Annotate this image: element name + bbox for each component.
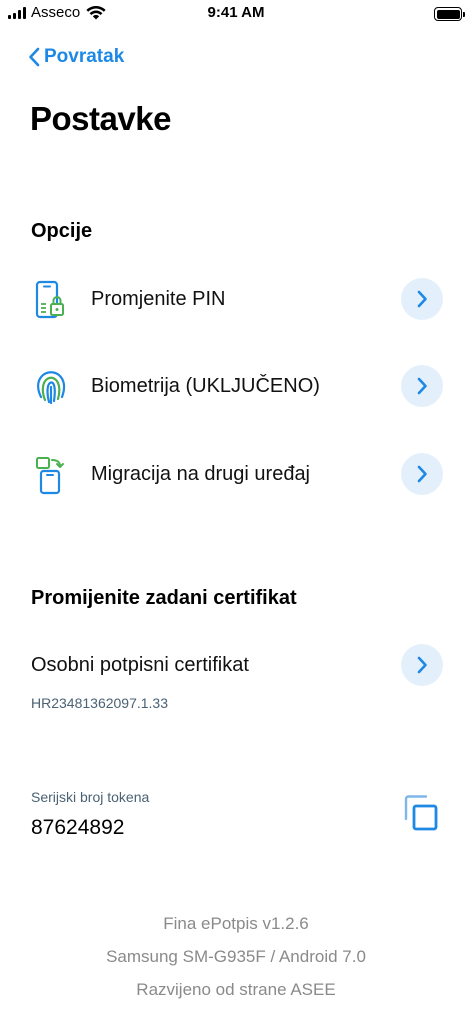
biometrics-row[interactable]: Biometrija (UKLJUČENO) (0, 358, 472, 414)
developer-credit: Razvijeno od strane ASEE (136, 980, 336, 999)
change-pin-chevron-button[interactable] (401, 278, 443, 320)
biometrics-label: Biometrija (UKLJUČENO) (91, 374, 320, 397)
certificate-section-title: Promijenite zadani certifikat (31, 587, 297, 609)
battery-level (436, 9, 460, 19)
device-migration-icon (36, 457, 64, 495)
status-bar: Asseco 9:41 AM (0, 0, 472, 28)
device-info: Samsung SM-G935F / Android 7.0 (106, 947, 366, 966)
chevron-right-icon (417, 377, 427, 395)
status-time: 9:41 AM (207, 4, 265, 21)
certificate-chevron-button[interactable] (401, 644, 443, 686)
chevron-right-icon (417, 290, 427, 308)
fingerprint-icon (37, 371, 66, 405)
device-migration-label: Migracija na drugi uređaj (91, 462, 311, 485)
chevron-right-icon (417, 465, 427, 483)
copy-icon[interactable] (402, 793, 440, 833)
back-label: Povratak (44, 46, 125, 67)
device-migration-chevron-button[interactable] (401, 453, 443, 495)
change-pin-row[interactable]: Promjenite PIN (0, 271, 472, 327)
options-section-title: Opcije (31, 220, 93, 242)
battery-icon (434, 7, 465, 21)
page-title: Postavke (30, 100, 171, 137)
certificate-id: HR23481362097.1.33 (31, 695, 169, 711)
biometrics-chevron-button[interactable] (401, 365, 443, 407)
change-pin-label: Promjenite PIN (91, 287, 226, 310)
token-serial-label: Serijski broj tokena (31, 789, 150, 805)
certificate-row[interactable]: Osobni potpisni certifikat (0, 643, 472, 687)
chevron-left-icon (29, 47, 40, 67)
back-button[interactable]: Povratak (28, 46, 124, 68)
device-migration-row[interactable]: Migracija na drugi uređaj (0, 446, 472, 502)
certificate-name: Osobni potpisni certifikat (31, 654, 249, 676)
chevron-right-icon (417, 656, 427, 674)
phone-lock-icon (35, 280, 64, 319)
app-version: Fina ePotpis v1.2.6 (163, 914, 309, 933)
token-serial-value: 87624892 (31, 816, 125, 839)
